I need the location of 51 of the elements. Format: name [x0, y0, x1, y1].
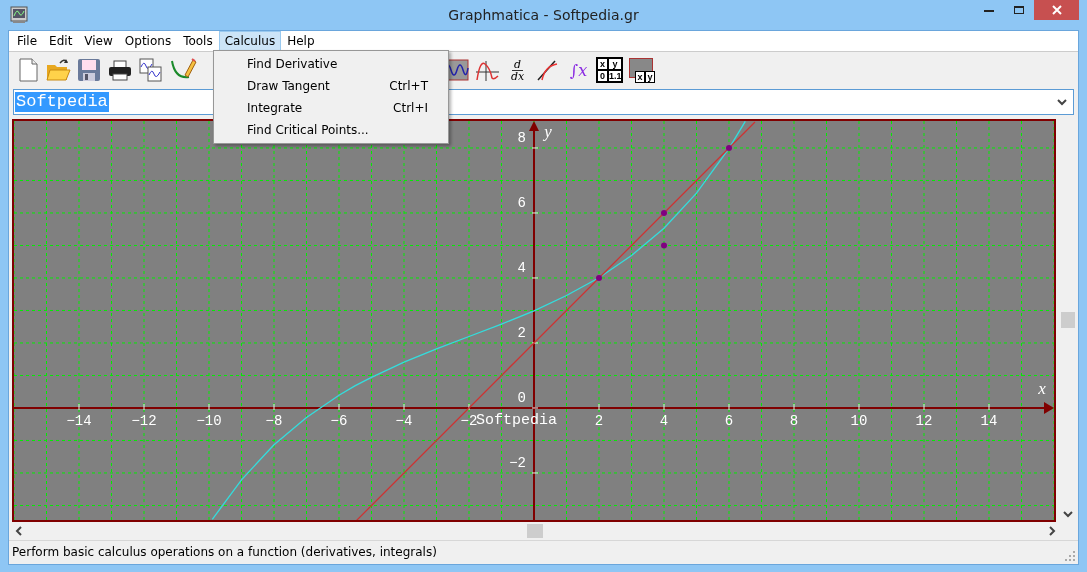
- menu-item[interactable]: Help: [281, 31, 321, 51]
- tick-label: 6: [517, 195, 526, 211]
- tick-label: −4: [395, 413, 413, 429]
- tick-label: 8: [789, 413, 799, 429]
- tick-label: 2: [517, 325, 526, 341]
- status-text: Perform basic calculus operations on a function (derivatives, integrals): [12, 545, 437, 559]
- tick-label: 14: [980, 413, 998, 429]
- scroll-right-icon[interactable]: [1049, 526, 1056, 536]
- plot-point: [661, 242, 667, 249]
- tick-label: −14: [66, 413, 92, 429]
- axis-label: y: [544, 122, 552, 141]
- axis-label: x: [1038, 379, 1046, 398]
- window-title: Graphmatica - Softpedia.gr: [448, 7, 639, 23]
- scroll-left-icon[interactable]: [15, 526, 22, 536]
- tick-label: −2: [460, 413, 478, 429]
- menu-item[interactable]: Edit: [43, 31, 79, 51]
- scroll-down-icon[interactable]: [1063, 511, 1073, 518]
- menu-item[interactable]: File: [11, 31, 44, 51]
- menu-item[interactable]: Tools: [177, 31, 219, 51]
- maximize-icon: [1013, 5, 1025, 15]
- menu-item[interactable]: View: [78, 31, 119, 51]
- close-button[interactable]: [1034, 0, 1079, 20]
- tick-label: −6: [330, 413, 348, 429]
- tick-label: −8: [265, 413, 283, 429]
- menu-item[interactable]: Options: [118, 31, 178, 51]
- menu-entry[interactable]: Find Derivative: [216, 53, 446, 75]
- tick-label: 10: [850, 413, 868, 429]
- tick-label: 6: [724, 413, 734, 429]
- plot-point: [596, 275, 602, 281]
- resize-grip-icon: [1065, 551, 1075, 561]
- tick-label: 4: [659, 413, 669, 429]
- plot-point: [726, 145, 732, 151]
- tick-label: −2: [509, 455, 526, 471]
- tick-label: 8: [517, 130, 526, 146]
- tick-label: 4: [517, 260, 526, 276]
- integral-button[interactable]: ∫x: [564, 55, 593, 85]
- table-button[interactable]: x y 0 1.1: [594, 55, 625, 85]
- plot-point: [661, 210, 667, 216]
- derivative-button[interactable]: d dx: [503, 55, 532, 85]
- menu-item[interactable]: Calculus: [218, 31, 282, 51]
- tick-label: 2: [594, 413, 604, 429]
- app-icon: [10, 6, 28, 24]
- scrollbar-thumb[interactable]: [1061, 312, 1075, 328]
- menu-entry[interactable]: Find Critical Points...: [216, 119, 446, 141]
- scrollbar-thumb[interactable]: [527, 524, 543, 538]
- close-icon: [1050, 5, 1063, 15]
- tick-label: 0: [517, 390, 526, 406]
- tick-label: 12: [915, 413, 933, 429]
- dropdown-chevron-icon[interactable]: [1057, 98, 1067, 106]
- tick-label: −10: [196, 413, 222, 429]
- tick-label: −12: [131, 413, 157, 429]
